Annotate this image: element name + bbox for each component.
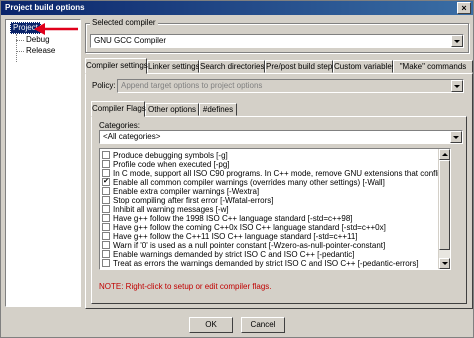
flag-checkbox[interactable] — [102, 223, 110, 231]
chevron-down-icon — [451, 80, 463, 92]
scroll-up-arrow-icon[interactable] — [439, 149, 450, 160]
flag-checkbox[interactable] — [102, 250, 110, 258]
scroll-thumb[interactable] — [439, 160, 450, 250]
tree-item-release[interactable]: Release — [26, 46, 55, 56]
tree-connector — [16, 51, 24, 52]
policy-label: Policy: — [92, 81, 116, 90]
tab-compiler-flags[interactable]: Compiler Flags — [91, 101, 146, 117]
main-tabbar: Compiler settings Linker settings Search… — [85, 58, 473, 74]
cancel-button[interactable]: Cancel — [241, 317, 285, 333]
categories-select-value: <All categories> — [103, 132, 161, 141]
tree-item-debug[interactable]: Debug — [26, 35, 50, 45]
tab-defines[interactable]: #defines — [199, 103, 237, 116]
chevron-down-icon[interactable] — [450, 131, 462, 143]
title-bar: Project build options × — [1, 1, 473, 15]
flag-checkbox[interactable]: ✔ — [102, 178, 110, 186]
compiler-flags-list[interactable]: Produce debugging symbols [-g] Profile c… — [99, 148, 451, 270]
flag-checkbox[interactable] — [102, 241, 110, 249]
tab-search-directories[interactable]: Search directories — [199, 60, 265, 73]
ok-button[interactable]: OK — [189, 317, 233, 333]
flag-checkbox[interactable] — [102, 259, 110, 267]
annotation-arrow-icon — [34, 23, 78, 35]
policy-select-value: Append target options to project options — [121, 81, 263, 90]
flag-checkbox[interactable] — [102, 169, 110, 177]
tab-make-commands[interactable]: "Make" commands — [393, 60, 473, 73]
flag-checkbox[interactable] — [102, 205, 110, 213]
window-title: Project build options — [5, 3, 85, 12]
policy-select: Append target options to project options — [117, 79, 464, 93]
close-button[interactable]: × — [457, 2, 471, 14]
scroll-down-arrow-icon[interactable] — [439, 258, 450, 269]
categories-select[interactable]: <All categories> — [99, 130, 463, 144]
tree-connector — [16, 40, 24, 41]
note-text: NOTE: Right-click to setup or edit compi… — [99, 282, 272, 291]
targets-tree: Project Debug Release — [5, 19, 81, 307]
flag-checkbox[interactable] — [102, 214, 110, 222]
sub-tabbar: Compiler Flags Other options #defines — [91, 101, 271, 117]
flag-checkbox[interactable] — [102, 196, 110, 204]
tree-connector — [16, 34, 17, 62]
flag-checkbox[interactable] — [102, 232, 110, 240]
tab-pre-post-build-steps[interactable]: Pre/post build steps — [265, 60, 336, 73]
tab-compiler-settings[interactable]: Compiler settings — [85, 58, 148, 74]
flag-checkbox[interactable] — [102, 187, 110, 195]
tab-custom-variables[interactable]: Custom variables — [333, 60, 396, 73]
tab-other-options[interactable]: Other options — [145, 103, 199, 116]
compiler-select[interactable]: GNU GCC Compiler — [90, 34, 464, 48]
flag-checkbox[interactable] — [102, 151, 110, 159]
flag-checkbox[interactable] — [102, 160, 110, 168]
list-scrollbar[interactable] — [438, 149, 450, 269]
compiler-select-value: GNU GCC Compiler — [94, 36, 167, 45]
build-options-window: Project build options × Project Debug Re… — [0, 0, 474, 338]
chevron-down-icon[interactable] — [451, 35, 463, 47]
selected-compiler-label: Selected compiler — [90, 18, 158, 28]
tab-linker-settings[interactable]: Linker settings — [147, 60, 200, 73]
